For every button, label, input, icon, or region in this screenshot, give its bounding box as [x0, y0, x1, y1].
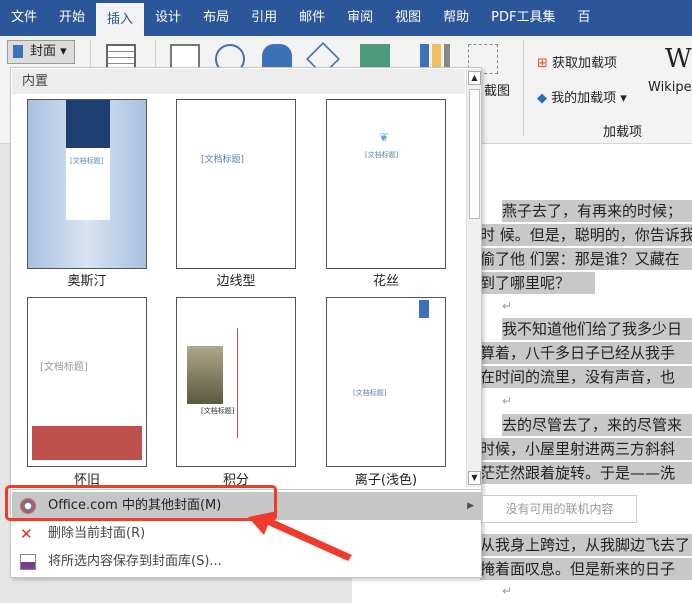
doc-line: 燕子去了，有再来的时候；	[502, 200, 692, 222]
screenshot-label[interactable]: 截图	[484, 80, 510, 99]
cover-page-button[interactable]: 封面 ▾	[7, 40, 75, 64]
doc-line: 偷了他 们罢：那是谁？又藏在	[480, 248, 692, 270]
cover-thumb-integral[interactable]: [文档标题]	[176, 297, 296, 467]
group-label-addins: 加载项	[603, 125, 643, 140]
cover-thumb-ion-light[interactable]: [文档标题]	[326, 297, 446, 467]
annotation-arrow-icon	[248, 511, 352, 561]
wikipedia-logo[interactable]: W	[665, 44, 692, 74]
wikipedia-label[interactable]: Wikipe	[648, 80, 692, 95]
cover-thumb-retro[interactable]: [文档标题]	[27, 297, 147, 467]
my-addins-button[interactable]: ◆ 我的加载项 ▾	[537, 87, 627, 106]
addin-icon: ◆	[537, 91, 547, 106]
store-icon: ⊞	[537, 56, 548, 71]
doc-line: 在时间的流里，没有声音，也	[480, 366, 692, 388]
doc-line: 茫茫然跟着旋转。于是——洗	[480, 462, 692, 484]
tab-pdf[interactable]: PDF工具集	[480, 0, 566, 36]
cover-thumb-sideline[interactable]: [文档标题]	[176, 99, 296, 269]
tab-layout[interactable]: 布局	[192, 0, 240, 36]
highlight-box	[5, 485, 277, 521]
thumb-label: 花丝	[372, 274, 399, 289]
doc-line: 去的尽管去了，来的尽管来	[502, 414, 692, 436]
tab-references[interactable]: 引用	[240, 0, 288, 36]
delete-cover-icon: ✕	[20, 525, 33, 543]
scroll-thumb[interactable]	[469, 89, 480, 219]
get-addins-button[interactable]: ⊞ 获取加载项	[537, 52, 617, 71]
tab-home[interactable]: 开始	[48, 0, 96, 36]
tab-insert[interactable]: 插入	[96, 3, 145, 36]
save-cover-icon	[20, 554, 36, 570]
cover-page-icon	[13, 45, 23, 58]
doc-line: 时候，小屋里射进两三方斜斜	[480, 438, 692, 460]
doc-line: 时 候。但是，聪明的，你告诉我	[480, 224, 692, 246]
tab-design[interactable]: 设计	[144, 0, 192, 36]
tab-mailings[interactable]: 邮件	[288, 0, 336, 36]
gallery-scrollbar[interactable]: ▲ ▼	[466, 69, 481, 487]
doc-line: 我不知道他们给了我多少日	[502, 318, 692, 340]
tab-view[interactable]: 视图	[384, 0, 432, 36]
scroll-down-button[interactable]: ▼	[468, 471, 481, 485]
cover-thumb-filigree[interactable]: ❦ [文档标题]	[326, 99, 446, 269]
doc-line: 从我身上跨过，从我脚边飞去了	[480, 534, 692, 556]
tab-file[interactable]: 文件	[0, 0, 48, 36]
scroll-up-button[interactable]: ▲	[468, 71, 481, 85]
thumb-label: 离子(浅色)	[354, 473, 418, 488]
online-content-submenu: 没有可用的联机内容	[482, 495, 637, 523]
doc-line: 掩着面叹息。但是新来的日子	[480, 558, 692, 580]
tab-review[interactable]: 审阅	[336, 0, 384, 36]
thumb-label: 边线型	[216, 274, 256, 289]
cover-thumb-austin[interactable]: [文档标题]	[27, 99, 147, 269]
divider	[523, 40, 524, 136]
submenu-arrow-icon: ▶	[467, 501, 474, 511]
thumb-label: 奥斯汀	[67, 274, 107, 289]
tab-help[interactable]: 帮助	[432, 0, 480, 36]
tab-more[interactable]: 百	[566, 0, 601, 36]
gallery-header: 内置	[12, 69, 465, 94]
doc-line: 到了哪里呢？	[480, 272, 595, 294]
doc-line: 算着，八千多日子已经从我手	[480, 342, 692, 364]
ribbon-tabs: 文件 开始 插入 设计 布局 引用 邮件 审阅 视图 帮助 PDF工具集 百	[0, 0, 692, 36]
